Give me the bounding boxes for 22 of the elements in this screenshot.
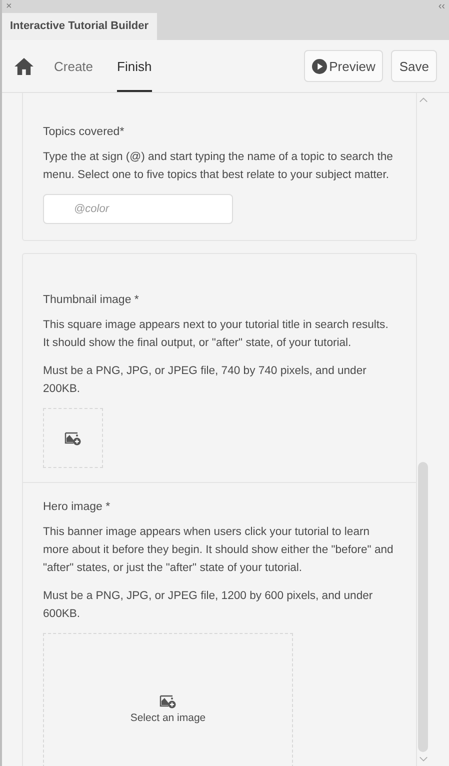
select-image-label: Select an image <box>130 712 206 724</box>
topic-input-field[interactable]: @color <box>43 194 233 224</box>
image-drop-zone[interactable] <box>43 408 103 468</box>
nav-tab[interactable]: Create <box>54 40 94 92</box>
image-drop-zone[interactable]: Select an image <box>43 633 293 766</box>
field-label: Topics covered* <box>43 126 126 138</box>
add-image-icon <box>158 692 178 708</box>
scroll-up-icon[interactable] <box>418 97 428 103</box>
help-text: This square image appears next to your tutorial title in search results. It should show the final output, or "after" state, of your tutorial. <box>43 318 390 351</box>
field-label: Hero image * <box>43 501 112 513</box>
scroll-down-icon[interactable] <box>418 756 428 762</box>
help-text: Type the at sign (@) and start typing the name of a topic to search the menu. Select one to five topics that best relate to your subject matter. <box>43 150 394 183</box>
preview-button[interactable]: Preview <box>304 50 384 82</box>
help-text: Must be a PNG, JPG, or JPEG file, 740 by 740 pixels, and under 200KB. <box>43 364 368 397</box>
add-image-icon <box>64 430 82 446</box>
home-icon[interactable] <box>14 58 34 74</box>
play-icon <box>312 58 328 74</box>
save-button[interactable]: Save <box>391 50 437 82</box>
help-text: Must be a PNG, JPG, or JPEG file, 1200 by 600 pixels, and under 600KB. <box>43 589 374 622</box>
help-text: This banner image appears when users click your tutorial to learn more about it before they begin. It should show either the "before" and "after" states, or just the "after" state of your tutorial. <box>43 525 394 576</box>
field-label: Thumbnail image * <box>43 294 140 306</box>
panel-tab[interactable]: Interactive Tutorial Builder <box>2 13 157 40</box>
